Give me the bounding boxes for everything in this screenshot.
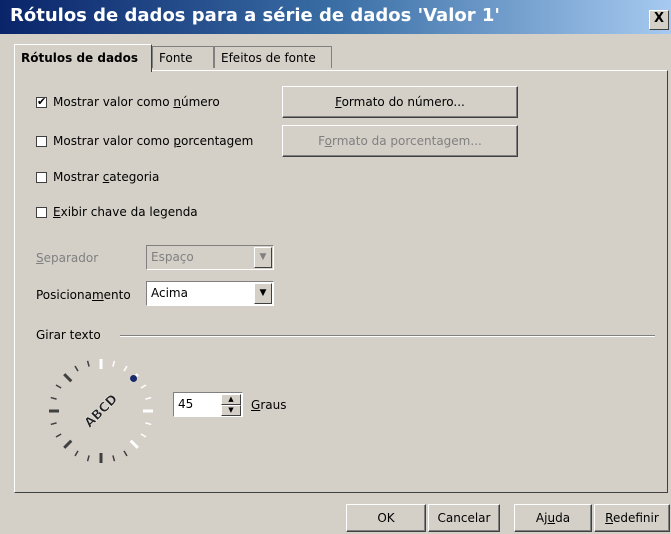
checkbox-label: Mostrar categoria (53, 170, 160, 184)
title-bar[interactable]: Rótulos de dados para a série de dados '… (0, 0, 671, 34)
tab-font[interactable]: Fonte (152, 46, 214, 68)
rotate-text-group-label: Girar texto (36, 328, 101, 342)
dial-tick (129, 439, 139, 449)
dial-tick (74, 450, 79, 457)
checkbox-box[interactable] (36, 135, 47, 147)
placement-value: Acima (151, 286, 188, 300)
reset-button[interactable]: Redefinir (594, 504, 670, 532)
dial-handle[interactable] (130, 374, 138, 382)
show-legend-key-checkbox[interactable]: Exibir chave da legenda (36, 205, 198, 219)
dial-tick (140, 433, 147, 438)
dial-tick (140, 384, 147, 389)
dialog-title: Rótulos de dados para a série de dados '… (10, 5, 500, 26)
dial-tick (145, 422, 152, 426)
dial-tick (123, 365, 128, 372)
cancel-button[interactable]: Cancelar (428, 504, 500, 532)
tab-font-effects[interactable]: Efeitos de fonte (214, 46, 332, 68)
dialog-window: Rótulos de dados para a série de dados '… (0, 0, 671, 534)
show-value-number-checkbox[interactable]: ✔ Mostrar valor como número (36, 95, 220, 109)
degrees-value: 45 (178, 397, 194, 411)
dial-tick (63, 373, 73, 383)
group-divider (120, 335, 655, 337)
dial-tick (112, 360, 116, 367)
separator-value: Espaço (151, 250, 194, 264)
dial-tick (145, 396, 152, 400)
checkbox-label: Exibir chave da legenda (53, 205, 198, 219)
close-button[interactable]: X (649, 10, 669, 30)
show-category-checkbox[interactable]: Mostrar categoria (36, 170, 159, 184)
checkbox-label: Mostrar valor como porcentagem (53, 134, 254, 148)
chevron-down-icon[interactable]: ▼ (254, 247, 272, 268)
percent-format-button[interactable]: Formato da porcentagem... (282, 125, 518, 157)
help-button[interactable]: Ajuda (514, 504, 592, 532)
degrees-spinbox[interactable]: 45 ▲ ▼ (173, 392, 243, 417)
dial-tick (63, 439, 73, 449)
dial-tick (112, 455, 116, 462)
rotation-dial[interactable]: ABCD (45, 355, 157, 467)
checkbox-box[interactable] (36, 206, 47, 218)
degrees-label: Graus (251, 398, 287, 412)
number-format-button[interactable]: Formato do número... (282, 86, 518, 118)
dial-tick (86, 455, 90, 462)
checkbox-box[interactable]: ✔ (36, 94, 47, 108)
check-mark-icon: ✔ (37, 94, 47, 108)
spin-up-icon[interactable]: ▲ (221, 394, 241, 405)
dial-sample-text: ABCD (82, 392, 121, 431)
ok-button[interactable]: OK (346, 504, 426, 532)
dial-tick (50, 396, 57, 400)
spin-down-icon[interactable]: ▼ (221, 405, 241, 416)
separator-label: Separador (36, 251, 99, 265)
dial-tick (55, 433, 62, 438)
checkbox-box[interactable] (36, 171, 47, 183)
placement-label: Posicionamento (36, 288, 131, 302)
dial-tick (55, 384, 62, 389)
tab-data-labels[interactable]: Rótulos de dados (14, 44, 152, 72)
dial-tick (123, 450, 128, 457)
dial-tick (74, 365, 79, 372)
dial-tick (50, 422, 57, 426)
show-value-percent-checkbox[interactable]: Mostrar valor como porcentagem (36, 134, 253, 148)
chevron-down-icon[interactable]: ▼ (254, 283, 272, 304)
separator-select[interactable]: Espaço ▼ (146, 245, 274, 270)
placement-select[interactable]: Acima ▼ (146, 281, 274, 306)
checkbox-label: Mostrar valor como número (53, 95, 220, 109)
dial-tick (86, 360, 90, 367)
